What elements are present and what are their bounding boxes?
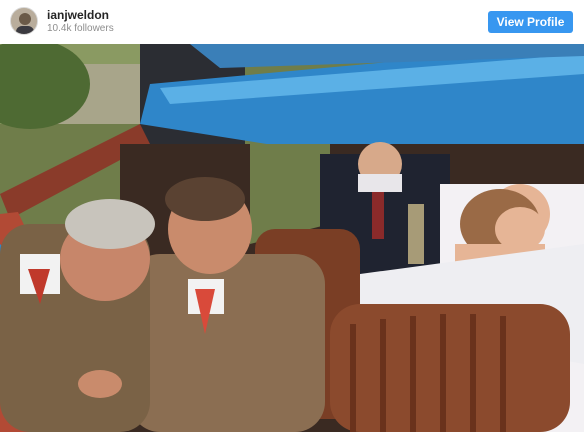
instagram-embed: ianjweldon 10.4k followers View Profile — [0, 0, 584, 436]
footer-edge — [0, 432, 584, 436]
view-profile-button[interactable]: View Profile — [488, 11, 573, 33]
avatar[interactable] — [10, 7, 38, 35]
post-photo-image — [0, 44, 584, 432]
post-photo[interactable] — [0, 44, 584, 432]
follower-count: 10.4k followers — [47, 23, 114, 34]
username[interactable]: ianjweldon — [47, 8, 109, 22]
post-header: ianjweldon 10.4k followers View Profile — [0, 0, 584, 44]
